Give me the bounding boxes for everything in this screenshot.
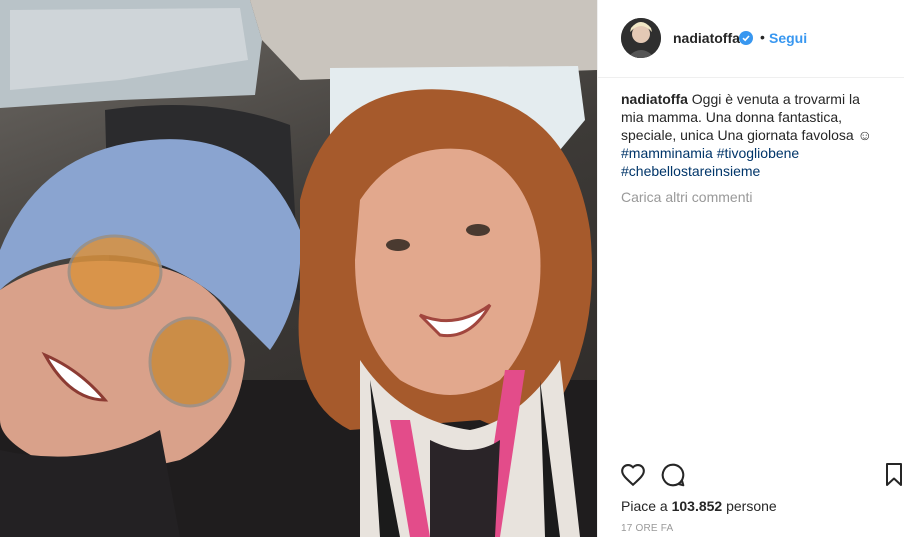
follow-button[interactable]: Segui — [769, 30, 807, 46]
right-face — [355, 148, 541, 395]
post-side-panel: nadiatoffa • Segui nadiatoffa Oggi è ven… — [597, 0, 921, 537]
hashtag-link[interactable]: #chebellostareinsieme — [621, 163, 760, 179]
header-username[interactable]: nadiatoffa — [673, 30, 740, 46]
comment-icon[interactable] — [660, 462, 686, 488]
likes-number: 103.852 — [671, 498, 723, 514]
verified-badge-icon — [739, 31, 753, 45]
header-separator: • — [760, 29, 765, 45]
load-more-comments-button[interactable]: Carica altri commenti — [621, 189, 752, 205]
hashtag-link[interactable]: #mamminamia — [621, 145, 713, 161]
caption-username[interactable]: nadiatoffa — [621, 91, 688, 107]
avatar-image — [621, 18, 661, 58]
likes-suffix: persone — [726, 498, 777, 514]
glasses-right-lens — [148, 316, 232, 408]
likes-prefix: Piace a — [621, 498, 668, 514]
avatar[interactable] — [621, 18, 661, 58]
heart-icon[interactable] — [620, 462, 646, 488]
photo-illustration — [0, 0, 597, 537]
post-timestamp[interactable]: 17 ORE FA — [621, 523, 673, 534]
dark-top — [430, 440, 500, 537]
likes-count[interactable]: Piace a 103.852 persone — [621, 498, 777, 514]
post-caption: nadiatoffa Oggi è venuta a trovarmi la m… — [621, 90, 881, 180]
post-photo[interactable] — [0, 0, 597, 537]
post-header: nadiatoffa • Segui — [598, 0, 904, 78]
right-eye-left — [386, 239, 410, 251]
glasses-left-lens — [67, 234, 163, 310]
action-bar — [598, 456, 904, 496]
bookmark-icon[interactable] — [882, 462, 908, 488]
hashtag-link[interactable]: #tivogliobene — [717, 145, 800, 161]
right-eye-right — [466, 224, 490, 236]
